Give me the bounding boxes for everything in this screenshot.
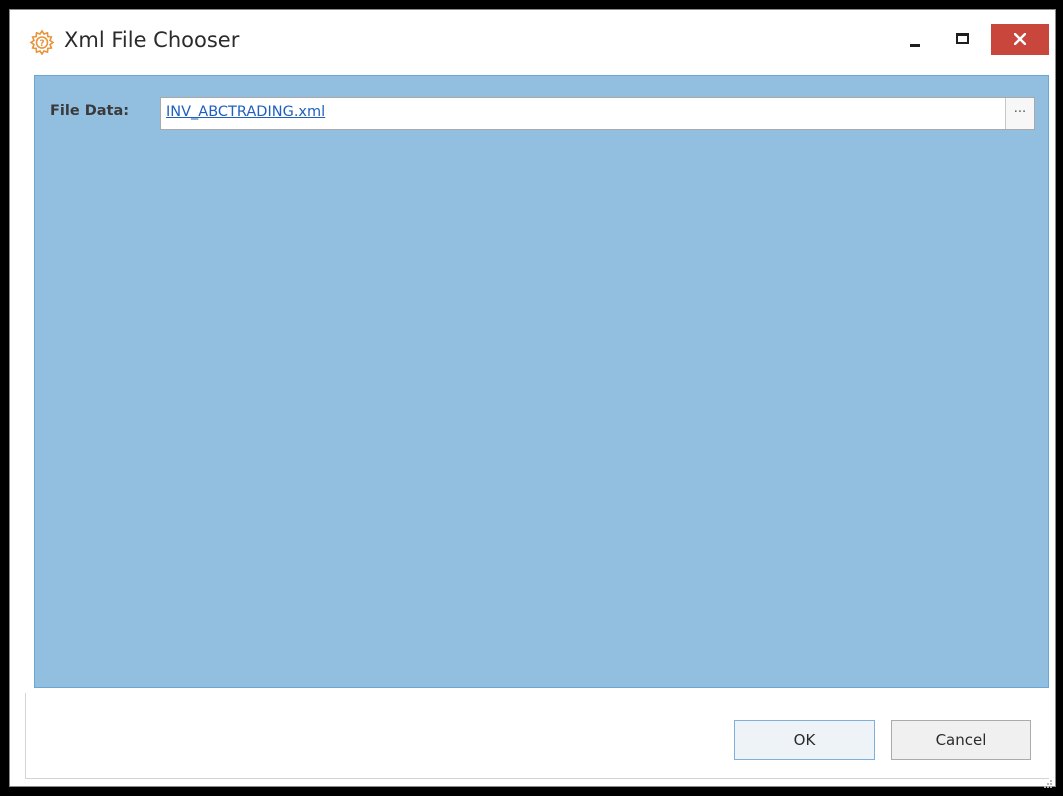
file-data-label: File Data: bbox=[50, 103, 130, 119]
close-icon bbox=[1014, 33, 1026, 45]
svg-text:?: ? bbox=[39, 39, 44, 49]
maximize-icon bbox=[956, 33, 969, 44]
window-title: Xml File Chooser bbox=[64, 28, 240, 52]
cancel-button[interactable]: Cancel bbox=[891, 720, 1031, 760]
close-button[interactable] bbox=[991, 24, 1049, 55]
xml-file-chooser-dialog: ? Xml File Chooser File Data: INV_ABCTRA… bbox=[9, 9, 1056, 788]
file-data-link[interactable]: INV_ABCTRADING.xml bbox=[166, 104, 325, 120]
minimize-button[interactable] bbox=[896, 24, 936, 54]
resize-grip-icon[interactable] bbox=[1043, 774, 1053, 788]
file-data-field[interactable]: INV_ABCTRADING.xml ··· bbox=[160, 97, 1035, 130]
gear-question-icon: ? bbox=[29, 29, 55, 56]
minimize-icon bbox=[910, 44, 920, 47]
ok-button[interactable]: OK bbox=[734, 720, 875, 760]
content-panel: File Data: INV_ABCTRADING.xml ··· bbox=[34, 75, 1049, 688]
maximize-button[interactable] bbox=[944, 24, 984, 54]
browse-button[interactable]: ··· bbox=[1005, 98, 1034, 129]
title-bar[interactable]: ? Xml File Chooser bbox=[10, 10, 1055, 76]
